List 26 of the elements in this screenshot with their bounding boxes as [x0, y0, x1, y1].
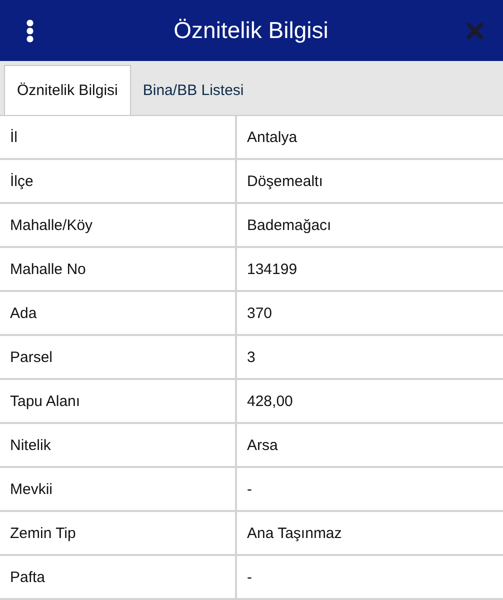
tab[interactable]: Öznitelik Bilgisi — [4, 65, 131, 115]
table-cell-text: Antalya — [246, 128, 298, 148]
tab[interactable]: Bina/BB Listesi — [130, 65, 256, 115]
more-options-icon[interactable] — [25, 18, 35, 42]
table-cell: Parsel — [0, 336, 237, 378]
table-cell-text: - — [246, 568, 253, 588]
table-cell: Nitelik — [0, 424, 237, 466]
table-cell: Mevkii — [0, 468, 237, 510]
table-cell-text: Bademağacı — [246, 216, 332, 236]
table-cell: İl — [0, 116, 237, 158]
table-cell: Tapu Alanı — [0, 380, 237, 422]
table-cell: İlçe — [0, 160, 237, 202]
table-cell-text: - — [246, 480, 253, 500]
table-cell-text: 428,00 — [246, 392, 294, 412]
table-cell-text: Arsa — [246, 436, 279, 456]
table-cell-text: 3 — [246, 348, 256, 368]
table-cell: Mahalle No — [0, 248, 237, 290]
table-cell: Pafta — [0, 556, 237, 598]
table-cell: Ada — [0, 292, 237, 334]
table-cell-text: 134199 — [246, 260, 298, 280]
table-cell: Mahalle/Köy — [0, 204, 237, 246]
table-cell: Zemin Tip — [0, 512, 237, 554]
table-cell-text: 370 — [246, 304, 274, 324]
table-cell-text: Döşemealtı — [246, 172, 324, 192]
table-cell-text: Ana Taşınmaz — [246, 524, 343, 544]
window-title: Öznitelik Bilgisi — [172, 17, 330, 44]
